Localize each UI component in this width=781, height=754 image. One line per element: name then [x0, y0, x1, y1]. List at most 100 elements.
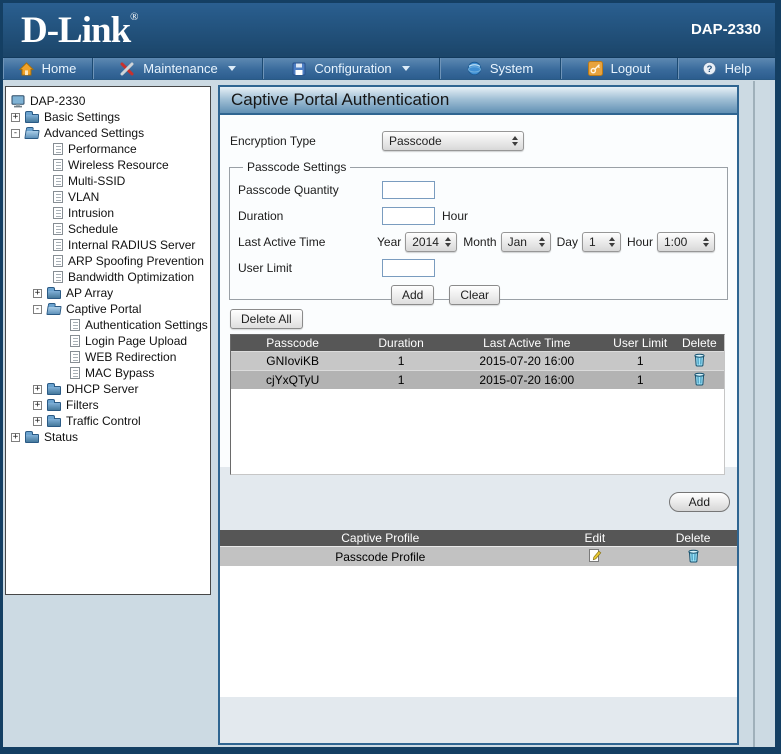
delete-icon[interactable] [693, 352, 706, 367]
tree-item-captive-portal[interactable]: - Captive Portal [6, 301, 210, 317]
last-active-time-label: Last Active Time [238, 235, 371, 249]
tree-item-dap-2330[interactable]: DAP-2330 [6, 93, 210, 109]
header: D-Link® DAP-2330 [3, 3, 775, 57]
form-section: Encryption Type Passcode Passcode Settin… [220, 115, 737, 467]
tree-item-label: Intrusion [68, 206, 114, 220]
stepper-icon[interactable] [539, 237, 545, 247]
expand-icon[interactable]: + [33, 417, 42, 426]
user-limit-input[interactable] [382, 259, 435, 277]
tree-item-filters[interactable]: + Filters [6, 397, 210, 413]
tree-item-login-page-upload[interactable]: Login Page Upload [6, 333, 210, 349]
tree-item-basic-settings[interactable]: + Basic Settings [6, 109, 210, 125]
tree-item-vlan[interactable]: VLAN [6, 189, 210, 205]
column-header: Duration [354, 336, 448, 350]
tree-item-web-redirection[interactable]: WEB Redirection [6, 349, 210, 365]
expand-icon[interactable]: + [33, 385, 42, 394]
tree-item-performance[interactable]: Performance [6, 141, 210, 157]
svg-text:?: ? [706, 64, 712, 75]
folder-icon [47, 418, 61, 427]
collapse-icon[interactable]: - [11, 129, 20, 138]
add-button[interactable]: Add [391, 285, 434, 305]
table-empty-area [220, 566, 737, 697]
tree-item-label: Multi-SSID [68, 174, 125, 188]
tree-item-label: Wireless Resource [68, 158, 169, 172]
expand-icon[interactable]: + [11, 433, 20, 442]
tree-item-advanced-settings[interactable]: - Advanced Settings [6, 125, 210, 141]
collapse-icon[interactable]: - [33, 305, 42, 314]
tree-item-traffic-control[interactable]: + Traffic Control [6, 413, 210, 429]
nav-item-system[interactable]: System [440, 58, 561, 79]
document-icon [53, 207, 63, 219]
nav-item-configuration[interactable]: Configuration [263, 58, 440, 79]
tree-item-wireless-resource[interactable]: Wireless Resource [6, 157, 210, 173]
profile-name-cell: Passcode Profile [220, 550, 541, 564]
nav-item-label: System [490, 61, 533, 76]
passcode-quantity-input[interactable] [382, 181, 435, 199]
user-limit-cell: 1 [606, 354, 675, 368]
tree-item-label: Traffic Control [66, 414, 141, 428]
clear-button[interactable]: Clear [449, 285, 500, 305]
year-label: Year [377, 235, 401, 249]
tree-item-arp-spoofing-prevention[interactable]: ARP Spoofing Prevention [6, 253, 210, 269]
document-icon [70, 351, 80, 363]
add-profile-button[interactable]: Add [669, 492, 730, 512]
tree-item-bandwidth-optimization[interactable]: Bandwidth Optimization [6, 269, 210, 285]
tree-item-label: DHCP Server [66, 382, 138, 396]
computer-icon [11, 95, 25, 108]
tree-item-ap-array[interactable]: + AP Array [6, 285, 210, 301]
delete-icon[interactable] [687, 548, 700, 563]
system-icon [467, 61, 482, 76]
day-select[interactable]: 1 [582, 232, 621, 252]
duration-input[interactable] [382, 207, 435, 225]
chevron-down-icon [228, 66, 236, 71]
column-header: Captive Profile [220, 531, 541, 545]
column-header: Last Active Time [448, 336, 606, 350]
nav-item-home[interactable]: Home [3, 58, 93, 79]
expand-icon[interactable]: + [11, 113, 20, 122]
month-select[interactable]: Jan [501, 232, 551, 252]
year-value: 2014 [412, 235, 439, 249]
duration-unit-label: Hour [442, 209, 468, 223]
tree-item-dhcp-server[interactable]: + DHCP Server [6, 381, 210, 397]
stepper-icon[interactable] [512, 136, 518, 146]
tree-item-label: Schedule [68, 222, 118, 236]
tree-item-intrusion[interactable]: Intrusion [6, 205, 210, 221]
nav-item-label: Help [725, 61, 752, 76]
hour-select[interactable]: 1:00 [657, 232, 715, 252]
tree-item-authentication-settings[interactable]: Authentication Settings [6, 317, 210, 333]
column-header: Passcode [231, 336, 354, 350]
tree-item-label: ARP Spoofing Prevention [68, 254, 204, 268]
delete-all-button[interactable]: Delete All [230, 309, 303, 329]
expand-icon[interactable]: + [33, 289, 42, 298]
column-header: Delete [649, 531, 737, 545]
profile-section: Add Captive Profile Edit Delete Passcode… [220, 467, 737, 743]
nav-item-maintenance[interactable]: Maintenance [93, 58, 263, 79]
tree-item-multi-ssid[interactable]: Multi-SSID [6, 173, 210, 189]
tree-item-schedule[interactable]: Schedule [6, 221, 210, 237]
stepper-icon[interactable] [703, 237, 709, 247]
tree-item-internal-radius-server[interactable]: Internal RADIUS Server [6, 237, 210, 253]
home-icon [19, 62, 34, 76]
folder-open-icon [24, 130, 39, 139]
delete-icon[interactable] [693, 371, 706, 386]
captive-profile-table: Captive Profile Edit Delete Passcode Pro… [220, 530, 737, 697]
passcode-quantity-label: Passcode Quantity [238, 183, 382, 197]
stepper-icon[interactable] [445, 237, 451, 247]
tree-item-label: Basic Settings [44, 110, 120, 124]
maintenance-icon [119, 62, 135, 76]
nav-item-help[interactable]: ? Help [678, 58, 775, 79]
document-icon [53, 271, 63, 283]
expand-icon[interactable]: + [33, 401, 42, 410]
encryption-type-select[interactable]: Passcode [382, 131, 524, 151]
logout-icon [588, 61, 603, 76]
tree-item-mac-bypass[interactable]: MAC Bypass [6, 365, 210, 381]
chevron-down-icon [402, 66, 410, 71]
nav-item-logout[interactable]: Logout [561, 58, 678, 79]
edit-icon[interactable] [588, 548, 602, 563]
tree-item-status[interactable]: + Status [6, 429, 210, 445]
main-panel: Captive Portal Authentication Encryption… [218, 85, 739, 745]
duration-label: Duration [238, 209, 382, 223]
stepper-icon[interactable] [609, 237, 615, 247]
tree-item-label: Captive Portal [66, 302, 141, 316]
year-select[interactable]: 2014 [405, 232, 457, 252]
